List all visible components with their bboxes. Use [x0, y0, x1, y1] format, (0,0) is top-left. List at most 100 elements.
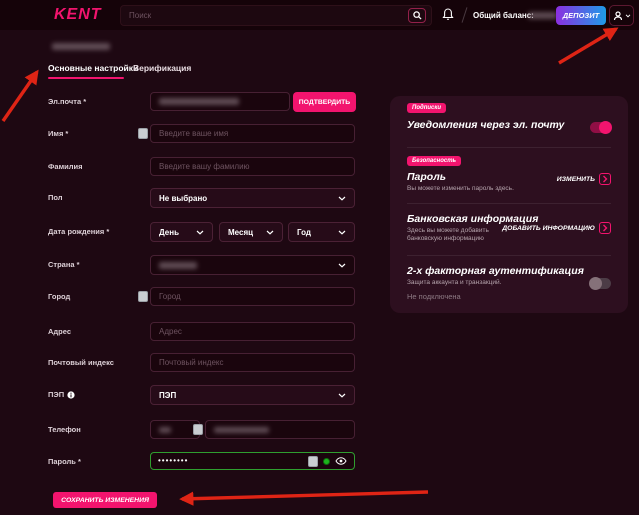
balance-label: Общий баланс: [473, 11, 534, 20]
add-bank-info-label: ДОБАВИТЬ ИНФОРМАЦИЮ [502, 225, 595, 232]
subscriptions-badge: Подписки [407, 103, 446, 113]
info-icon[interactable] [67, 391, 75, 399]
twofa-title: 2-х факторная аутентификация [407, 265, 584, 277]
gender-label: Пол [48, 188, 63, 208]
active-tab-underline [48, 77, 124, 79]
pep-select[interactable]: ПЭП [150, 385, 355, 405]
email-value-redacted [159, 98, 239, 105]
email-label: Эл.почта * [48, 92, 86, 112]
field-birth-date: Дата рождения * День Месяц Год [0, 222, 380, 242]
field-postal-code: Почтовый индекс [0, 353, 380, 373]
city-input[interactable] [150, 287, 355, 306]
password-valid-dot [323, 458, 330, 465]
search-button[interactable] [408, 8, 426, 23]
birth-month-value: Месяц [228, 228, 253, 237]
toggle-knob [589, 277, 602, 290]
pep-label-text: ПЭП [48, 385, 64, 405]
postal-code-label: Почтовый индекс [48, 353, 114, 373]
birth-year-value: Год [297, 228, 311, 237]
username-redacted [52, 43, 110, 50]
password-section-title: Пароль [407, 171, 446, 183]
balance-value-redacted [528, 12, 557, 19]
pep-label: ПЭП [48, 385, 75, 405]
last-name-input[interactable] [150, 157, 355, 176]
birth-day-value: День [159, 228, 179, 237]
notifications-bell-icon[interactable] [442, 8, 454, 21]
autofill-extension-icon [308, 456, 318, 467]
card-divider [407, 203, 611, 204]
pep-value: ПЭП [159, 391, 176, 400]
address-input[interactable] [150, 322, 355, 341]
birth-date-label: Дата рождения * [48, 222, 109, 242]
password-masked-value: •••••••• [158, 453, 303, 469]
autofill-extension-icon [138, 291, 148, 302]
security-badge: Безопасность [407, 156, 461, 166]
header-bar: KENT Общий баланс: ДЕПОЗИТ [0, 0, 639, 30]
birth-month-select[interactable]: Месяц [219, 222, 283, 242]
confirm-email-button[interactable]: ПОДТВЕРДИТЬ [293, 92, 356, 112]
tab-verification[interactable]: Верификация [133, 63, 191, 73]
field-gender: Пол Не выбрано [0, 188, 380, 208]
chevron-down-icon [338, 393, 346, 398]
birth-year-select[interactable]: Год [288, 222, 355, 242]
email-notifications-title: Уведомления через эл. почту [407, 119, 564, 131]
twofa-desc: Защита аккаунта и транзакций. [407, 279, 501, 287]
annotation-arrow-save [182, 492, 428, 499]
field-phone: Телефон [0, 420, 380, 440]
header-divider [462, 7, 468, 23]
field-city: Город [0, 287, 380, 307]
phone-code-redacted [159, 427, 171, 433]
address-label: Адрес [48, 322, 71, 342]
chevron-down-icon [196, 230, 204, 235]
password-section-desc: Вы можете изменить пароль здесь. [407, 185, 514, 193]
settings-card: Подписки Уведомления через эл. почту Без… [390, 96, 628, 313]
chevron-down-icon [266, 230, 274, 235]
change-password-link[interactable]: ИЗМЕНИТЬ [557, 173, 611, 185]
chevron-down-icon [338, 196, 346, 201]
annotation-arrow-account [559, 29, 616, 63]
kent-logo[interactable]: KENT [54, 6, 102, 24]
gender-select[interactable]: Не выбрано [150, 188, 355, 208]
autofill-extension-icon [193, 424, 203, 435]
autofill-extension-icon [138, 128, 148, 139]
first-name-label: Имя * [48, 124, 68, 144]
field-email: Эл.почта * ПОДТВЕРДИТЬ [0, 92, 380, 112]
phone-label: Телефон [48, 420, 81, 440]
gender-value: Не выбрано [159, 194, 207, 203]
chevron-right-icon [599, 222, 611, 234]
add-bank-info-link[interactable]: ДОБАВИТЬ ИНФОРМАЦИЮ [502, 222, 611, 234]
search-bar [120, 5, 432, 26]
city-label: Город [48, 287, 70, 307]
tab-main-settings[interactable]: Основные настройки [48, 63, 138, 73]
card-divider [407, 255, 611, 256]
user-icon [613, 11, 623, 21]
country-value-redacted [159, 262, 197, 269]
search-input[interactable] [129, 7, 384, 24]
postal-code-input[interactable] [150, 353, 355, 372]
field-password: Пароль * •••••••• [0, 452, 380, 472]
phone-number-redacted [214, 427, 269, 433]
card-divider [407, 147, 611, 148]
deposit-button[interactable]: ДЕПОЗИТ [556, 6, 606, 25]
eye-icon[interactable] [335, 457, 347, 465]
country-select[interactable] [150, 255, 355, 275]
twofa-status: Не подключена [407, 292, 461, 301]
kent-profile-page: KENT Общий баланс: ДЕПОЗИТ [0, 0, 639, 515]
account-menu-button[interactable] [609, 5, 634, 26]
twofa-toggle[interactable] [590, 278, 611, 289]
chevron-right-icon [599, 173, 611, 185]
search-icon [413, 11, 422, 20]
field-country: Страна * [0, 255, 380, 275]
field-last-name: Фамилия [0, 157, 380, 177]
email-notifications-toggle[interactable] [590, 122, 611, 133]
toggle-knob [599, 121, 612, 134]
chevron-down-icon [338, 263, 346, 268]
chevron-down-icon [625, 14, 631, 18]
email-input[interactable] [150, 92, 290, 111]
save-changes-button[interactable]: СОХРАНИТЬ ИЗМЕНЕНИЯ [53, 492, 157, 508]
password-input[interactable]: •••••••• [150, 452, 355, 470]
password-label: Пароль * [48, 452, 81, 472]
first-name-input[interactable] [150, 124, 355, 143]
birth-day-select[interactable]: День [150, 222, 213, 242]
phone-number-input[interactable] [205, 420, 355, 439]
